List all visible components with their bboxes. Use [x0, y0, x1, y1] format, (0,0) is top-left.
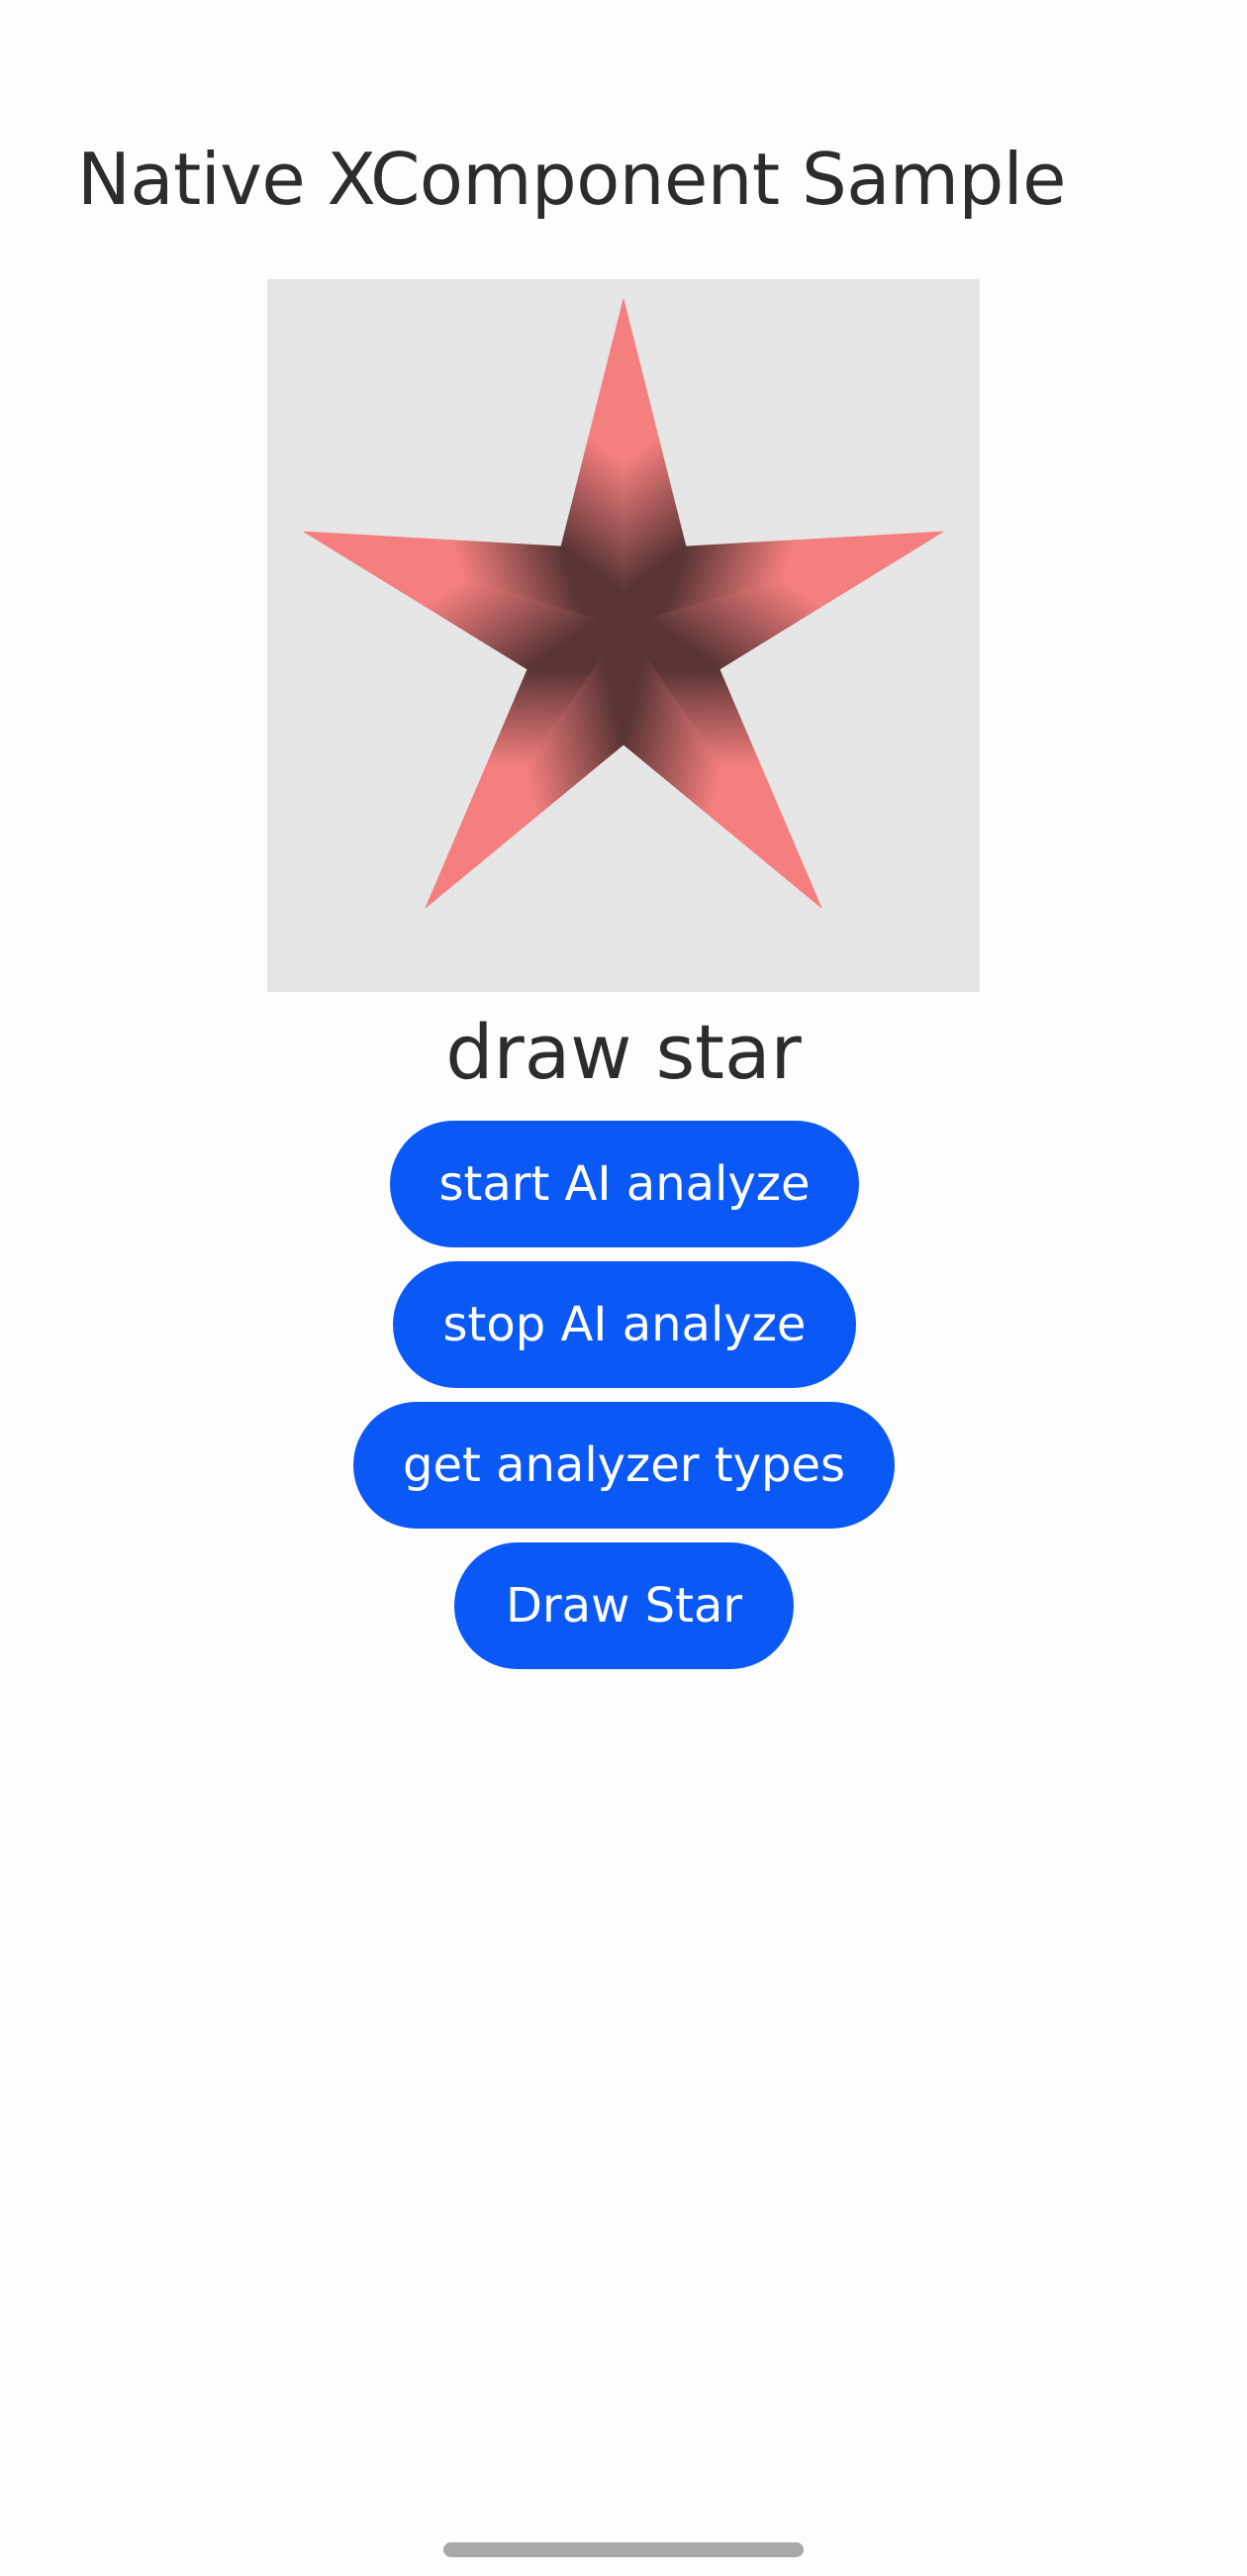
xcomponent-canvas[interactable] [267, 279, 980, 992]
start-ai-analyze-button[interactable]: start AI analyze [390, 1121, 859, 1247]
page-title: Native XComponent Sample [77, 138, 1066, 221]
home-indicator[interactable] [443, 2542, 804, 2557]
get-analyzer-types-button[interactable]: get analyzer types [353, 1402, 895, 1529]
stop-ai-analyze-button[interactable]: stop AI analyze [393, 1261, 856, 1388]
app-screen: Native XComponent Sample draw star start… [0, 0, 1247, 2576]
status-text: draw star [445, 1008, 802, 1096]
star-facet [623, 624, 822, 909]
star-icon [303, 298, 944, 909]
draw-star-button[interactable]: Draw Star [454, 1542, 794, 1669]
